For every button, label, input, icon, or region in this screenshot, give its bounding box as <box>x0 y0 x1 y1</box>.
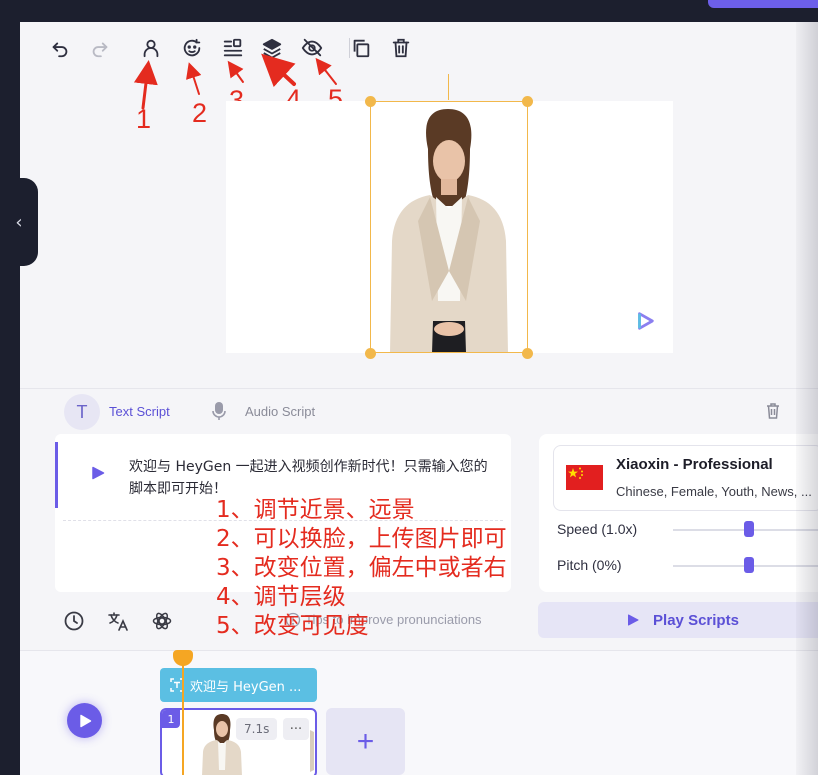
timeline-play-button[interactable] <box>67 703 102 738</box>
duplicate-icon[interactable] <box>348 35 374 61</box>
script-play-icon[interactable] <box>91 465 105 480</box>
left-rail <box>0 22 20 775</box>
right-edge-shade <box>796 22 818 775</box>
scene-more-button[interactable]: ··· <box>283 718 309 740</box>
resize-handle-top-right[interactable] <box>522 96 533 107</box>
scene-duration: 7.1s <box>236 718 278 740</box>
layers-icon[interactable] <box>259 35 285 61</box>
add-scene-button[interactable]: + <box>326 708 405 775</box>
openai-icon[interactable] <box>151 610 173 632</box>
avatar-icon[interactable] <box>138 35 164 61</box>
visibility-icon[interactable] <box>299 35 325 61</box>
tab-text-script[interactable]: Text Script <box>109 404 170 419</box>
play-scripts-label: Play Scripts <box>653 611 739 629</box>
voice-description: Chinese, Female, Youth, News, ... <box>616 484 812 499</box>
annotation-line-5: 5、改变可见度 <box>216 613 369 639</box>
microphone-icon[interactable] <box>211 401 227 421</box>
history-icon[interactable] <box>63 610 85 632</box>
annotation-line-3: 3、改变位置，偏左中或者右 <box>216 555 507 581</box>
collapse-panel-tab[interactable]: ‹ <box>0 178 38 266</box>
center-guide-line <box>448 74 449 100</box>
undo-icon[interactable] <box>47 35 73 61</box>
timeline <box>20 650 818 775</box>
script-text[interactable]: 欢迎与 HeyGen 一起进入视频创作新时代！只需输入您的脚本即可开始！ <box>129 456 489 500</box>
delete-icon[interactable] <box>388 35 414 61</box>
play-icon <box>79 714 91 727</box>
scene-number: 1 <box>162 710 180 728</box>
annotation-line-2: 2、可以换脸，上传图片即可 <box>216 526 507 552</box>
position-align-icon[interactable] <box>220 35 246 61</box>
resize-handle-bottom-left[interactable] <box>365 348 376 359</box>
annotation-line-4: 4、调节层级 <box>216 584 346 610</box>
resize-handle-bottom-right[interactable] <box>522 348 533 359</box>
pitch-slider-thumb[interactable] <box>744 557 754 573</box>
redo-icon[interactable] <box>87 35 113 61</box>
china-flag-icon <box>566 465 603 490</box>
top-bar <box>0 0 818 22</box>
avatar-selection-box[interactable] <box>370 101 528 353</box>
resize-handle-top-left[interactable] <box>365 96 376 107</box>
tab-audio-script[interactable]: Audio Script <box>245 404 315 419</box>
editor-panel: 1 2 3 4 5 T Text Script Audio Script 欢迎与… <box>20 22 818 775</box>
annotation-number-1: 1 <box>136 104 152 134</box>
play-icon <box>628 614 639 626</box>
translate-icon[interactable] <box>107 610 129 632</box>
section-divider <box>20 388 818 389</box>
annotation-line-1: 1、调节近景、远景 <box>216 497 415 523</box>
trash-icon[interactable] <box>765 402 781 420</box>
script-active-bar <box>55 442 58 508</box>
speed-slider-thumb[interactable] <box>744 521 754 537</box>
face-swap-icon[interactable] <box>179 35 205 61</box>
annotation-notes: 1、调节近景、远景 2、可以换脸，上传图片即可 3、改变位置，偏左中或者右 4、… <box>216 496 576 641</box>
text-script-badge-icon[interactable]: T <box>64 394 100 430</box>
chevron-left-icon: ‹ <box>15 211 23 233</box>
annotation-number-2: 2 <box>192 98 208 128</box>
voice-name[interactable]: Xiaoxin - Professional <box>616 456 773 473</box>
heygen-watermark-icon <box>634 310 656 332</box>
top-accent-button[interactable] <box>708 0 818 8</box>
text-track-label: 欢迎与 HeyGen ... <box>190 679 302 695</box>
play-scripts-button[interactable]: Play Scripts <box>538 602 818 638</box>
playhead-line[interactable] <box>182 658 184 775</box>
